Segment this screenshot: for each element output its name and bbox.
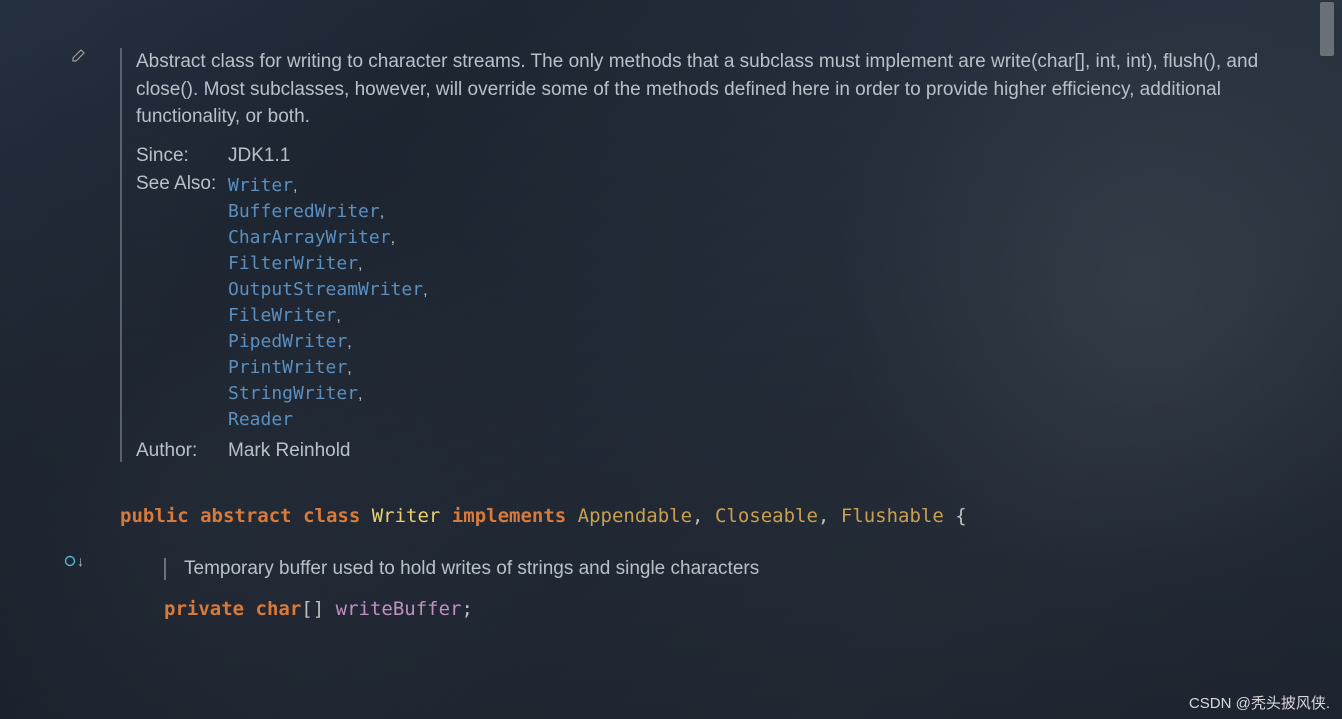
see-also-link[interactable]: PrintWriter <box>228 357 347 378</box>
author-row: Author: Mark Reinhold <box>136 440 1302 462</box>
see-also-link[interactable]: BufferedWriter <box>228 201 380 222</box>
see-also-link[interactable]: OutputStreamWriter <box>228 279 423 300</box>
see-also-link[interactable]: FileWriter <box>228 305 336 326</box>
see-also-row: See Also: Writer, BufferedWriter, CharAr… <box>136 173 1302 434</box>
reader-mode-icon[interactable]: ↓ <box>64 553 84 569</box>
edit-icon[interactable] <box>72 48 86 62</box>
see-also-link[interactable]: PipedWriter <box>228 331 347 352</box>
author-label: Author: <box>136 440 228 462</box>
field-doc-block: Temporary buffer used to hold writes of … <box>164 558 1302 580</box>
class-description: Abstract class for writing to character … <box>136 48 1302 131</box>
see-also-link[interactable]: StringWriter <box>228 383 358 404</box>
see-also-link[interactable]: FilterWriter <box>228 253 358 274</box>
since-value: JDK1.1 <box>228 145 290 167</box>
author-value: Mark Reinhold <box>228 440 351 462</box>
see-also-link[interactable]: CharArrayWriter <box>228 227 391 248</box>
see-also-link[interactable]: Reader <box>228 409 293 430</box>
since-row: Since: JDK1.1 <box>136 145 1302 167</box>
field-doc-text: Temporary buffer used to hold writes of … <box>184 558 1302 580</box>
javadoc-block: Abstract class for writing to character … <box>120 48 1302 462</box>
field-declaration: private char[] writeBuffer; <box>164 598 1302 620</box>
watermark-text: CSDN @秃头披风侠. <box>1189 692 1330 713</box>
since-label: Since: <box>136 145 228 167</box>
vertical-scrollbar[interactable] <box>1320 2 1334 56</box>
see-also-link[interactable]: Writer <box>228 175 293 196</box>
class-declaration: public abstract class Writer implements … <box>120 502 1302 531</box>
see-also-label: See Also: <box>136 173 228 195</box>
